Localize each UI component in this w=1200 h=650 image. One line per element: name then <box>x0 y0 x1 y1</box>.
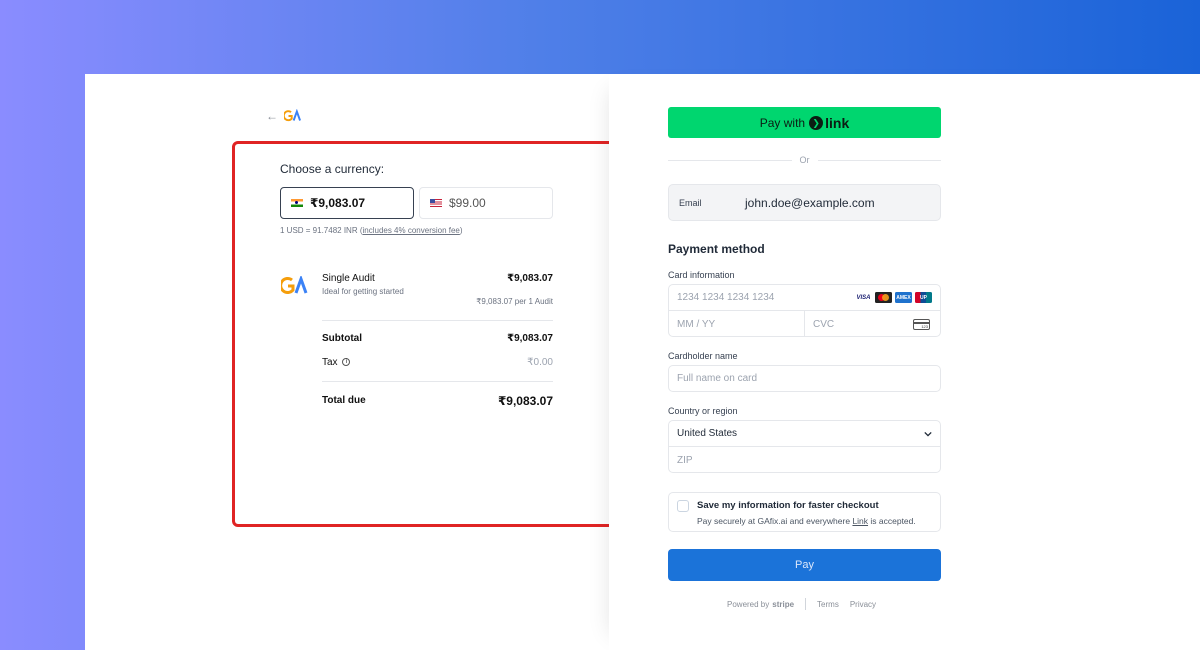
zip-placeholder: ZIP <box>677 454 693 466</box>
save-info-checkbox[interactable] <box>677 500 689 512</box>
save-info-title: Save my information for faster checkout <box>697 500 879 511</box>
item-price: ₹9,083.07 <box>507 273 553 284</box>
payment-method-title: Payment method <box>668 242 765 256</box>
product-logo-icon <box>281 276 308 294</box>
link-arrow-icon: ❯ <box>809 115 824 130</box>
expiry-placeholder: MM / YY <box>677 318 716 330</box>
cvc-placeholder: CVC <box>813 318 835 330</box>
footer: Powered by stripe Terms Privacy <box>727 598 887 610</box>
divider <box>322 320 553 321</box>
cvc-icon-text: 123 <box>921 323 928 329</box>
amex-icon: AMEX <box>895 292 912 303</box>
country-select[interactable]: United States <box>669 421 940 447</box>
subtotal-value: ₹9,083.07 <box>507 333 553 344</box>
exchange-rate: 1 USD = 91.7482 INR (includes 4% convers… <box>280 226 463 235</box>
card-info-label: Card information <box>668 270 735 280</box>
card-info-group: 1234 1234 1234 1234 VISA AMEX UP MM / YY… <box>668 284 941 337</box>
card-bottom-row: MM / YY CVC 123 <box>669 311 940 337</box>
pay-button[interactable]: Pay <box>668 549 941 581</box>
currency-option-usd[interactable]: $99.00 <box>419 187 553 219</box>
address-group: United States ZIP <box>668 420 941 473</box>
info-icon[interactable]: i <box>342 358 351 367</box>
payment-pane: Pay with ❯ link Or Email john.doe@exampl… <box>609 74 1200 650</box>
order-summary-pane: ← Choose a currency: ₹9,083.07 $99.00 1 … <box>85 74 620 650</box>
back-arrow-icon[interactable]: ← <box>266 109 278 123</box>
save-info-subtitle: Pay securely at GAfix.ai and everywhere … <box>697 516 916 526</box>
india-flag-icon <box>291 199 303 207</box>
link-logo-text: link <box>825 114 850 131</box>
or-text: Or <box>799 155 810 165</box>
link-logo: ❯ link <box>809 115 849 131</box>
link-info-link[interactable]: Link <box>852 516 868 526</box>
currency-amount-inr: ₹9,083.07 <box>310 196 366 210</box>
powered-by-text: Powered by <box>727 599 770 609</box>
us-flag-icon <box>430 199 442 207</box>
divider <box>322 381 553 382</box>
rate-close: ) <box>459 226 463 235</box>
footer-separator <box>805 598 807 610</box>
unionpay-icon: UP <box>915 292 932 303</box>
link-button-prefix: Pay with <box>759 115 806 130</box>
terms-link[interactable]: Terms <box>817 600 839 609</box>
cardholder-placeholder: Full name on card <box>677 373 758 384</box>
email-value[interactable]: john.doe@example.com <box>745 196 875 210</box>
cvc-input[interactable]: CVC 123 <box>805 311 940 337</box>
visa-icon: VISA <box>855 292 872 303</box>
checkout-card: ← Choose a currency: ₹9,083.07 $99.00 1 … <box>85 74 1200 650</box>
or-divider: Or <box>668 155 941 165</box>
item-unit-price: ₹9,083.07 per 1 Audit <box>476 297 553 306</box>
stripe-logo[interactable]: stripe <box>772 600 794 609</box>
currency-amount-usd: $99.00 <box>449 196 486 210</box>
currency-title: Choose a currency: <box>280 162 385 176</box>
ga-logo-icon <box>284 109 301 122</box>
conversion-fee-link[interactable]: includes 4% conversion fee <box>362 226 459 235</box>
currency-option-inr[interactable]: ₹9,083.07 <box>280 187 414 219</box>
back-nav[interactable]: ← <box>266 109 302 123</box>
total-value: ₹9,083.07 <box>497 394 553 408</box>
save-info-box: Save my information for faster checkout … <box>668 492 941 532</box>
item-description: Ideal for getting started <box>322 287 404 296</box>
or-line <box>668 159 792 161</box>
pay-with-link-button[interactable]: Pay with ❯ link <box>668 107 941 138</box>
save-sub-prefix: Pay securely at GAfix.ai and everywhere <box>697 516 853 526</box>
country-label: Country or region <box>668 406 738 416</box>
email-field[interactable]: Email john.doe@example.com <box>668 184 941 221</box>
cardholder-name-input[interactable]: Full name on card <box>668 365 941 392</box>
tax-label: Tax <box>322 357 338 368</box>
email-label: Email <box>679 197 702 208</box>
country-value: United States <box>677 428 738 439</box>
card-number-placeholder: 1234 1234 1234 1234 <box>677 292 775 303</box>
expiry-input[interactable]: MM / YY <box>669 311 805 337</box>
card-brands: VISA AMEX UP <box>855 292 932 303</box>
tax-value: ₹0.00 <box>527 357 553 368</box>
zip-input[interactable]: ZIP <box>669 447 940 473</box>
or-line <box>817 159 941 161</box>
privacy-link[interactable]: Privacy <box>850 600 876 609</box>
cvc-card-icon: 123 <box>913 318 930 330</box>
total-label: Total due <box>322 395 366 406</box>
card-number-input[interactable]: 1234 1234 1234 1234 VISA AMEX UP <box>669 285 940 311</box>
cardholder-label: Cardholder name <box>668 351 738 361</box>
mastercard-icon <box>875 292 892 303</box>
chevron-down-icon <box>924 431 932 437</box>
tax-row-label: Tax i <box>322 357 351 368</box>
item-name: Single Audit <box>322 273 375 284</box>
rate-text: 1 USD = 91.7482 INR ( <box>280 226 363 235</box>
subtotal-label: Subtotal <box>322 333 362 344</box>
save-sub-suffix: is accepted. <box>868 516 916 526</box>
